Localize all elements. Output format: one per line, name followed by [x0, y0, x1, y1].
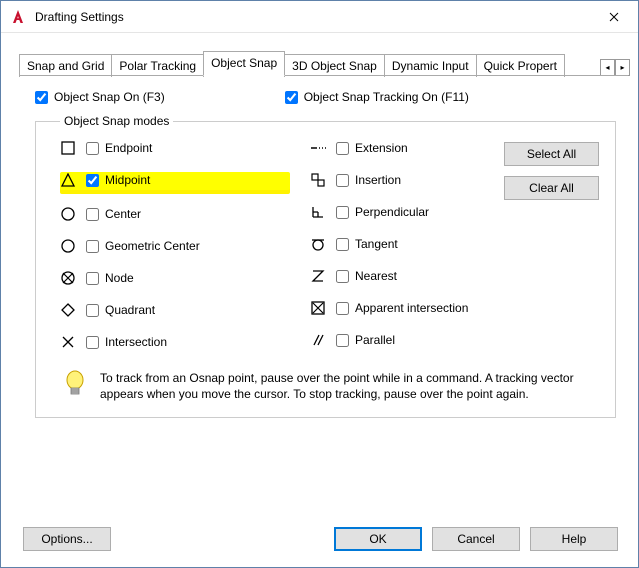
checkbox-parallel[interactable]: Parallel	[336, 333, 395, 347]
checkbox-apparent-intersection[interactable]: Apparent intersection	[336, 301, 468, 315]
select-all-button[interactable]: Select All	[504, 142, 599, 166]
intersection-icon	[60, 334, 76, 350]
mode-insertion: Insertion	[310, 172, 510, 188]
midpoint-icon	[60, 172, 76, 188]
options-button[interactable]: Options...	[23, 527, 111, 551]
clear-all-button[interactable]: Clear All	[504, 176, 599, 200]
mode-intersection: Intersection	[60, 334, 290, 350]
mode-center: Center	[60, 206, 290, 222]
mode-nearest: Nearest	[310, 268, 510, 284]
checkbox-input-osnap-on[interactable]	[35, 91, 48, 104]
tab-scroll-left[interactable]: ◂	[600, 59, 615, 76]
mode-apparent-intersection: Apparent intersection	[310, 300, 510, 316]
center-icon	[60, 206, 76, 222]
checkbox-geometric-center[interactable]: Geometric Center	[86, 239, 200, 253]
mode-quadrant: Quadrant	[60, 302, 290, 318]
checkbox-nearest[interactable]: Nearest	[336, 269, 397, 283]
appint-icon	[310, 300, 326, 316]
mode-parallel: Parallel	[310, 332, 510, 348]
tab-scroll: ◂ ▸	[600, 59, 630, 76]
node-icon	[60, 270, 76, 286]
mode-node: Node	[60, 270, 290, 286]
checkbox-tangent[interactable]: Tangent	[336, 237, 398, 251]
hint-text: To track from an Osnap point, pause over…	[100, 370, 595, 403]
tab-quick-properties[interactable]: Quick Propert	[476, 54, 565, 77]
geocenter-icon	[60, 238, 76, 254]
checkbox-insertion[interactable]: Insertion	[336, 173, 401, 187]
tangent-icon	[310, 236, 326, 252]
ok-button[interactable]: OK	[334, 527, 422, 551]
checkbox-object-snap-on[interactable]: Object Snap On (F3)	[35, 90, 165, 104]
nearest-icon	[310, 268, 326, 284]
insertion-icon	[310, 172, 326, 188]
tab-dynamic-input[interactable]: Dynamic Input	[384, 54, 477, 77]
dialog-window: Drafting Settings Snap and Grid Polar Tr…	[0, 0, 639, 568]
checkbox-node[interactable]: Node	[86, 271, 134, 285]
mode-geometric-center: Geometric Center	[60, 238, 290, 254]
hint-panel: To track from an Osnap point, pause over…	[60, 370, 599, 403]
checkbox-input-otrack-on[interactable]	[285, 91, 298, 104]
mode-endpoint: Endpoint	[60, 140, 290, 156]
endpoint-icon	[60, 140, 76, 156]
quadrant-icon	[60, 302, 76, 318]
tab-snap-and-grid[interactable]: Snap and Grid	[19, 54, 112, 77]
checkbox-midpoint[interactable]: Midpoint	[86, 173, 150, 187]
lightbulb-icon	[64, 370, 88, 403]
window-title: Drafting Settings	[35, 10, 591, 24]
parallel-icon	[310, 332, 326, 348]
titlebar: Drafting Settings	[1, 1, 638, 33]
group-object-snap-modes: Object Snap modes Select All Clear All E…	[35, 114, 616, 418]
perpendicular-icon	[310, 204, 326, 220]
mode-tangent: Tangent	[310, 236, 510, 252]
extension-icon	[310, 140, 326, 156]
checkbox-perpendicular[interactable]: Perpendicular	[336, 205, 429, 219]
mode-perpendicular: Perpendicular	[310, 204, 510, 220]
cancel-button[interactable]: Cancel	[432, 527, 520, 551]
checkbox-center[interactable]: Center	[86, 207, 141, 221]
tab-scroll-right[interactable]: ▸	[615, 59, 630, 76]
modes-col-right: Extension Insertion Perpendicular Tangen…	[310, 140, 510, 350]
tabbar: Snap and Grid Polar Tracking Object Snap…	[1, 33, 638, 76]
tab-object-snap[interactable]: Object Snap	[203, 51, 285, 76]
help-button[interactable]: Help	[530, 527, 618, 551]
mode-midpoint: Midpoint	[60, 172, 290, 190]
checkbox-quadrant[interactable]: Quadrant	[86, 303, 155, 317]
label-osnap-on: Object Snap On (F3)	[54, 90, 165, 104]
checkbox-extension[interactable]: Extension	[336, 141, 408, 155]
tab-3d-object-snap[interactable]: 3D Object Snap	[284, 54, 385, 77]
tabpage-object-snap: Object Snap On (F3) Object Snap Tracking…	[1, 76, 638, 517]
tab-polar-tracking[interactable]: Polar Tracking	[111, 54, 204, 77]
label-otrack-on: Object Snap Tracking On (F11)	[304, 90, 469, 104]
close-button[interactable]	[591, 2, 636, 32]
checkbox-intersection[interactable]: Intersection	[86, 335, 167, 349]
group-legend: Object Snap modes	[60, 114, 173, 128]
checkbox-object-snap-tracking-on[interactable]: Object Snap Tracking On (F11)	[285, 90, 469, 104]
app-icon	[9, 8, 27, 26]
modes-col-left: Endpoint Midpoint Center Geometric Cente…	[60, 140, 290, 350]
checkbox-endpoint[interactable]: Endpoint	[86, 141, 152, 155]
mode-extension: Extension	[310, 140, 510, 156]
dialog-footer: Options... OK Cancel Help	[1, 517, 638, 567]
